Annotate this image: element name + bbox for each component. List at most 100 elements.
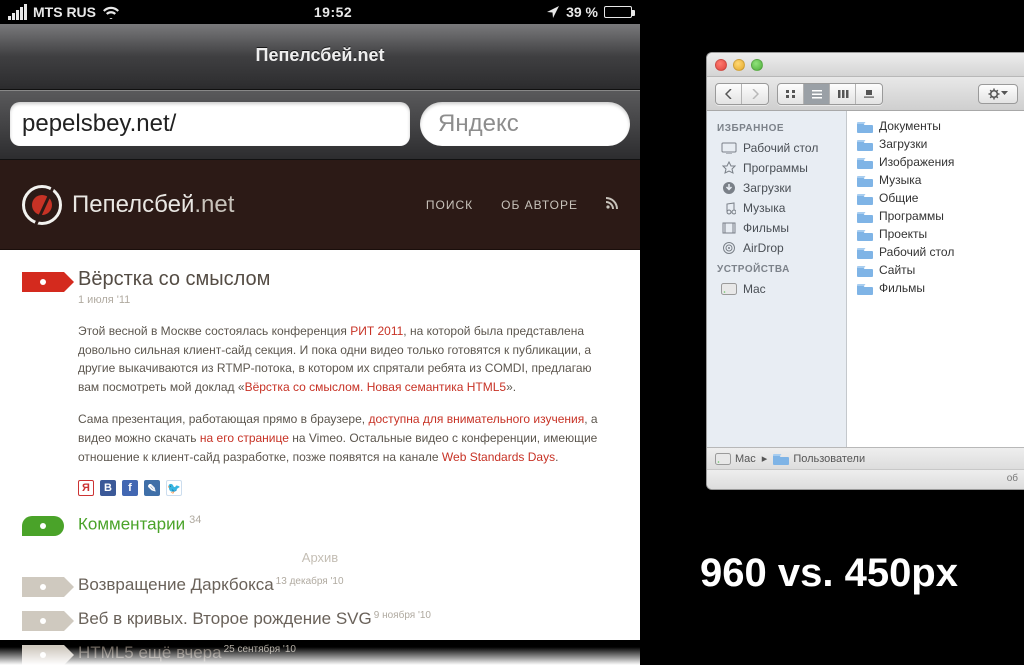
sidebar-item-movies[interactable]: Фильмы <box>707 218 846 238</box>
comments-count: 34 <box>189 514 201 526</box>
slide-caption: 960 vs. 450px <box>700 551 1024 596</box>
share-lj-icon[interactable]: ✎ <box>144 480 160 496</box>
view-list-button[interactable] <box>804 84 830 104</box>
nav-back-forward[interactable] <box>715 83 769 105</box>
finder-titlebar[interactable] <box>707 53 1024 77</box>
archive-heading: Архив <box>22 550 618 565</box>
file-item[interactable]: Музыка <box>847 171 1024 189</box>
comments-link[interactable]: Комментарии <box>78 514 185 533</box>
finder-path-bar[interactable]: Mac ▸ Пользователи <box>707 447 1024 469</box>
folder-icon <box>857 210 873 223</box>
archive-title: Веб в кривых. Второе рождение SVG <box>78 609 372 628</box>
file-name: Проекты <box>879 227 927 241</box>
archive-item[interactable]: Возвращение Даркбокса13 декабря '10 <box>22 573 618 597</box>
share-yandex-icon[interactable]: Я <box>78 480 94 496</box>
finder-window[interactable]: ИЗБРАННОЕ Рабочий стол Программы Загрузк… <box>706 52 1024 490</box>
hdd-icon <box>715 453 731 465</box>
folder-icon <box>857 120 873 133</box>
page-content: Вёрстка со смыслом 1 июля '11 Этой весно… <box>0 250 640 665</box>
view-icons-button[interactable] <box>778 84 804 104</box>
sidebar-section-devices: УСТРОЙСТВА <box>707 258 846 279</box>
path-segment-folder[interactable]: Пользователи <box>773 452 865 465</box>
rss-icon[interactable] <box>606 197 618 212</box>
folder-icon <box>773 452 789 465</box>
finder-status-bar: об <box>707 469 1024 489</box>
folder-icon <box>857 138 873 151</box>
search-field[interactable]: Яндекс <box>420 102 630 146</box>
page-title: Пепелсбей.net <box>0 45 640 66</box>
file-item[interactable]: Общие <box>847 189 1024 207</box>
folder-icon <box>857 174 873 187</box>
forward-button[interactable] <box>742 84 768 104</box>
sidebar-label: AirDrop <box>743 241 784 255</box>
link-talk[interactable]: Вёрстка со смыслом. Новая семантика HTML… <box>245 380 507 394</box>
file-name: Изображения <box>879 155 954 169</box>
chevron-right-icon: ▸ <box>762 452 768 465</box>
file-item[interactable]: Загрузки <box>847 135 1024 153</box>
action-menu-button[interactable] <box>978 84 1018 104</box>
downloads-icon <box>721 181 737 195</box>
file-item[interactable]: Изображения <box>847 153 1024 171</box>
post-text: ». <box>506 380 516 394</box>
phone-frame: MTS RUS 19:52 39 % Пепелсбей.net pepelsb… <box>0 0 640 640</box>
post-title[interactable]: Вёрстка со смыслом <box>78 268 270 291</box>
sidebar-item-mac[interactable]: Mac <box>707 279 846 299</box>
link-slides[interactable]: доступна для внимательного изучения <box>368 412 584 426</box>
file-item[interactable]: Документы <box>847 117 1024 135</box>
zoom-icon[interactable] <box>751 59 763 71</box>
sidebar-item-music[interactable]: Музыка <box>707 198 846 218</box>
nav-about[interactable]: ОБ АВТОРЕ <box>501 198 578 212</box>
finder-toolbar <box>707 77 1024 111</box>
sidebar-section-favorites: ИЗБРАННОЕ <box>707 117 846 138</box>
folder-icon <box>857 156 873 169</box>
file-item[interactable]: Сайты <box>847 261 1024 279</box>
archive-item[interactable]: Веб в кривых. Второе рождение SVG9 ноябр… <box>22 607 618 631</box>
share-vk-icon[interactable]: B <box>100 480 116 496</box>
battery-percent: 39 % <box>566 4 598 20</box>
hdd-icon <box>721 282 737 296</box>
path-label: Пользователи <box>793 453 865 465</box>
post-body: Этой весной в Москве состоялась конферен… <box>78 322 598 466</box>
back-button[interactable] <box>716 84 742 104</box>
share-facebook-icon[interactable]: f <box>122 480 138 496</box>
link-wsd[interactable]: Web Standards Days <box>442 450 555 464</box>
view-mode-switcher[interactable] <box>777 83 883 105</box>
archive-flag-icon <box>22 611 64 631</box>
airdrop-icon <box>721 241 737 255</box>
wifi-icon <box>102 6 120 19</box>
safari-url-bar: pepelsbey.net/ Яндекс <box>0 90 640 160</box>
sidebar-item-airdrop[interactable]: AirDrop <box>707 238 846 258</box>
folder-icon <box>857 246 873 259</box>
brand-name: Пепелсбей <box>72 191 194 218</box>
file-item[interactable]: Фильмы <box>847 279 1024 297</box>
sidebar-item-downloads[interactable]: Загрузки <box>707 178 846 198</box>
sidebar-label: Фильмы <box>743 221 789 235</box>
site-logo[interactable]: Пепелсбей.net <box>22 185 234 225</box>
finder-file-list[interactable]: Документы Загрузки Изображения Музыка Об… <box>847 111 1024 447</box>
link-vimeo[interactable]: на его странице <box>200 431 289 445</box>
url-field[interactable]: pepelsbey.net/ <box>10 102 410 146</box>
sidebar-item-applications[interactable]: Программы <box>707 158 846 178</box>
minimize-icon[interactable] <box>733 59 745 71</box>
signal-icon <box>8 4 27 20</box>
file-item[interactable]: Проекты <box>847 225 1024 243</box>
comments-flag-icon <box>22 516 64 536</box>
clock: 19:52 <box>120 4 546 20</box>
close-icon[interactable] <box>715 59 727 71</box>
view-coverflow-button[interactable] <box>856 84 882 104</box>
nav-search[interactable]: ПОИСК <box>426 198 473 212</box>
path-segment-root[interactable]: Mac <box>715 453 756 465</box>
archive-date: 9 ноября '10 <box>374 610 431 621</box>
post-text: Сама презентация, работающая прямо в бра… <box>78 412 368 426</box>
file-item[interactable]: Программы <box>847 207 1024 225</box>
file-item[interactable]: Рабочий стол <box>847 243 1024 261</box>
music-icon <box>721 201 737 215</box>
sidebar-item-desktop[interactable]: Рабочий стол <box>707 138 846 158</box>
view-columns-button[interactable] <box>830 84 856 104</box>
desktop-icon <box>721 141 737 155</box>
archive-flag-icon <box>22 577 64 597</box>
post-text: Этой весной в Москве состоялась конферен… <box>78 324 350 338</box>
link-rit2011[interactable]: РИТ 2011 <box>350 324 403 338</box>
share-twitter-icon[interactable]: 🐦 <box>166 480 182 496</box>
folder-icon <box>857 192 873 205</box>
